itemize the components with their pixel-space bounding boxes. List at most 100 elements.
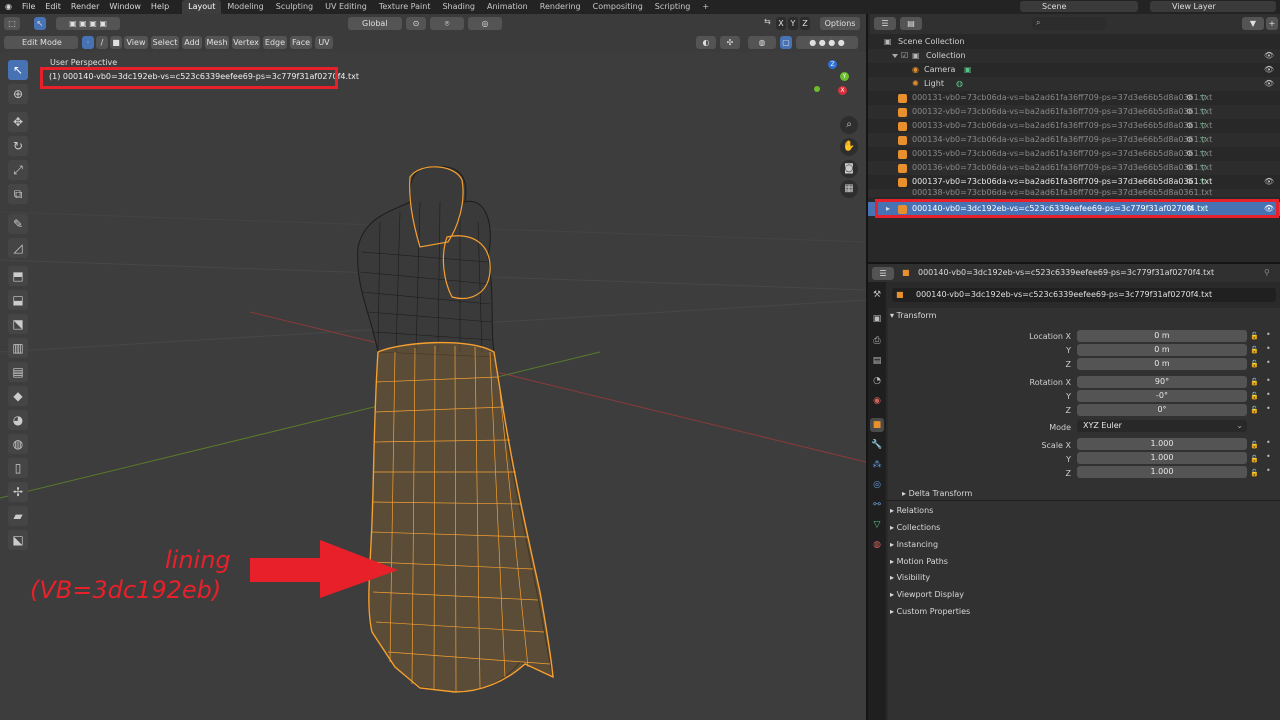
menu-edge[interactable]: Edge: [263, 36, 287, 49]
outliner-item[interactable]: 000135-vb0=73cb06da-vs=ba2ad61fa36ff709-…: [868, 147, 1280, 161]
motion-paths-panel[interactable]: ▸ Motion Paths: [890, 557, 948, 566]
menu-window[interactable]: Window: [104, 0, 146, 14]
knife-tool-icon[interactable]: ▤: [8, 362, 28, 382]
select-box-modes[interactable]: ▣ ▣ ▣ ▣: [56, 17, 120, 30]
smooth-tool-icon[interactable]: ◍: [8, 434, 28, 454]
visibility-icon[interactable]: ◐: [696, 36, 716, 49]
transform-tool-icon[interactable]: ⧉: [8, 184, 28, 204]
editor-type-icon[interactable]: ⬚: [4, 17, 20, 30]
camera-view-icon[interactable]: ◙: [840, 160, 858, 178]
face-select-icon[interactable]: ■: [110, 36, 122, 49]
menu-select[interactable]: Select: [151, 36, 179, 49]
view-layer-tab-icon[interactable]: ▤: [870, 354, 884, 368]
annotate-tool-icon[interactable]: ✎: [8, 214, 28, 234]
measure-tool-icon[interactable]: ◿: [8, 238, 28, 258]
modifier-icon[interactable]: ⚙: [1186, 161, 1193, 175]
gizmo-toggle-icon[interactable]: ✣: [720, 36, 740, 49]
transform-orientation-dropdown[interactable]: Global: [348, 17, 402, 30]
lock-icon[interactable]: 🔓: [1250, 378, 1259, 386]
keyframe-dot-icon[interactable]: •: [1266, 358, 1271, 367]
view-layer-selector[interactable]: View Layer: [1150, 1, 1276, 12]
mode-dropdown[interactable]: Edit Mode: [4, 36, 78, 49]
scale-x-field[interactable]: 1.000: [1077, 438, 1247, 450]
add-workspace-button[interactable]: +: [696, 0, 715, 14]
keyframe-dot-icon[interactable]: •: [1266, 376, 1271, 385]
modifier-icon[interactable]: ⚙: [1186, 119, 1193, 133]
object-tab-icon[interactable]: ■: [870, 418, 884, 432]
modifier-icon[interactable]: ⚙: [1186, 147, 1193, 161]
transform-panel-header[interactable]: ▾ Transform: [890, 311, 936, 320]
select-tool-icon[interactable]: ↖: [8, 60, 28, 80]
instancing-panel[interactable]: ▸ Instancing: [890, 540, 938, 549]
keyframe-dot-icon[interactable]: •: [1266, 438, 1271, 447]
keyframe-dot-icon[interactable]: •: [1266, 344, 1271, 353]
properties-editor-icon[interactable]: ☰: [872, 267, 894, 280]
move-tool-icon[interactable]: ✥: [8, 112, 28, 132]
expand-triangle-icon[interactable]: [892, 54, 898, 58]
outliner-item[interactable]: 000131-vb0=73cb06da-vs=ba2ad61fa36ff709-…: [868, 91, 1280, 105]
tab-animation[interactable]: Animation: [481, 0, 534, 14]
vertex-select-icon[interactable]: ·: [82, 36, 94, 49]
outliner-item[interactable]: 000134-vb0=73cb06da-vs=ba2ad61fa36ff709-…: [868, 133, 1280, 147]
mesh-data-icon[interactable]: ▽: [1200, 91, 1206, 105]
mirror-x-toggle[interactable]: X: [776, 17, 786, 30]
tab-scripting[interactable]: Scripting: [649, 0, 697, 14]
tab-sculpting[interactable]: Sculpting: [270, 0, 319, 14]
camera-data-icon[interactable]: ▣: [964, 63, 972, 77]
xray-icon[interactable]: ▢: [780, 36, 792, 49]
overlays-icon[interactable]: ◍: [748, 36, 776, 49]
cursor-tool-icon[interactable]: ⊕: [8, 84, 28, 104]
rotation-mode-dropdown[interactable]: XYZ Euler ⌄: [1077, 420, 1247, 432]
menu-add[interactable]: Add: [182, 36, 202, 49]
display-mode-icon[interactable]: ▤: [900, 17, 922, 30]
navigation-gizmo[interactable]: Z Y X: [808, 60, 854, 100]
render-tab-icon[interactable]: ▣: [870, 312, 884, 326]
visibility-eye-icon[interactable]: 👁: [1264, 49, 1274, 63]
pan-hand-icon[interactable]: ✋: [840, 138, 858, 156]
relations-panel[interactable]: ▸ Relations: [890, 506, 933, 515]
loop-cut-tool-icon[interactable]: ▥: [8, 338, 28, 358]
outliner-camera[interactable]: ◉ Camera ▣ 👁: [868, 63, 1280, 77]
edge-slide-tool-icon[interactable]: ▯: [8, 458, 28, 478]
mesh-data-icon[interactable]: ▽: [1200, 133, 1206, 147]
tab-shading[interactable]: Shading: [436, 0, 481, 14]
gizmo-neg-y[interactable]: [814, 86, 820, 92]
data-tab-icon[interactable]: ▽: [870, 518, 884, 532]
new-collection-icon[interactable]: +: [1266, 17, 1278, 30]
lock-icon[interactable]: 🔓: [1250, 469, 1259, 477]
mesh-data-icon[interactable]: ▽: [1200, 175, 1206, 189]
tool-tab-icon[interactable]: ⚒: [870, 288, 884, 302]
collections-panel[interactable]: ▸ Collections: [890, 523, 940, 532]
lock-icon[interactable]: 🔓: [1250, 346, 1259, 354]
pin-icon[interactable]: ⚲: [1264, 268, 1270, 277]
outliner-light[interactable]: ✺ Light ◍ 👁: [868, 77, 1280, 91]
menu-render[interactable]: Render: [66, 0, 104, 14]
shrink-fatten-tool-icon[interactable]: ✢: [8, 482, 28, 502]
object-name-field[interactable]: ■ 000140-vb0=3dc192eb-vs=c523c6339eefee6…: [892, 288, 1276, 302]
tab-texture-paint[interactable]: Texture Paint: [373, 0, 437, 14]
extrude-tool-icon[interactable]: ⬒: [8, 266, 28, 286]
constraints-tab-icon[interactable]: ⚯: [870, 498, 884, 512]
menu-mesh[interactable]: Mesh: [205, 36, 229, 49]
mesh-data-icon[interactable]: ▽: [1200, 147, 1206, 161]
mirror-icon[interactable]: ⇆: [764, 17, 771, 26]
lock-icon[interactable]: 🔓: [1250, 392, 1259, 400]
keyframe-dot-icon[interactable]: •: [1266, 466, 1271, 475]
light-data-icon[interactable]: ◍: [956, 77, 963, 91]
visibility-eye-icon[interactable]: 👁: [1264, 77, 1274, 91]
rotate-tool-icon[interactable]: ↻: [8, 136, 28, 156]
gizmo-y-axis[interactable]: Y: [840, 72, 849, 81]
modifier-icon[interactable]: ⚙: [1186, 175, 1193, 189]
spin-tool-icon[interactable]: ◕: [8, 410, 28, 430]
lock-icon[interactable]: 🔓: [1250, 332, 1259, 340]
mirror-z-toggle[interactable]: Z: [800, 17, 810, 30]
visibility-eye-icon[interactable]: 👁: [1264, 175, 1274, 189]
delta-transform-subpanel[interactable]: ▸ Delta Transform: [902, 489, 972, 498]
tab-modeling[interactable]: Modeling: [221, 0, 269, 14]
rotation-z-field[interactable]: 0°: [1077, 404, 1247, 416]
blender-logo-icon[interactable]: ◉: [0, 0, 17, 14]
checkbox-icon[interactable]: ☑: [901, 49, 908, 63]
outliner-item[interactable]: 000133-vb0=73cb06da-vs=ba2ad61fa36ff709-…: [868, 119, 1280, 133]
rip-tool-icon[interactable]: ⬕: [8, 530, 28, 550]
mesh-data-icon[interactable]: ▽: [1200, 105, 1206, 119]
